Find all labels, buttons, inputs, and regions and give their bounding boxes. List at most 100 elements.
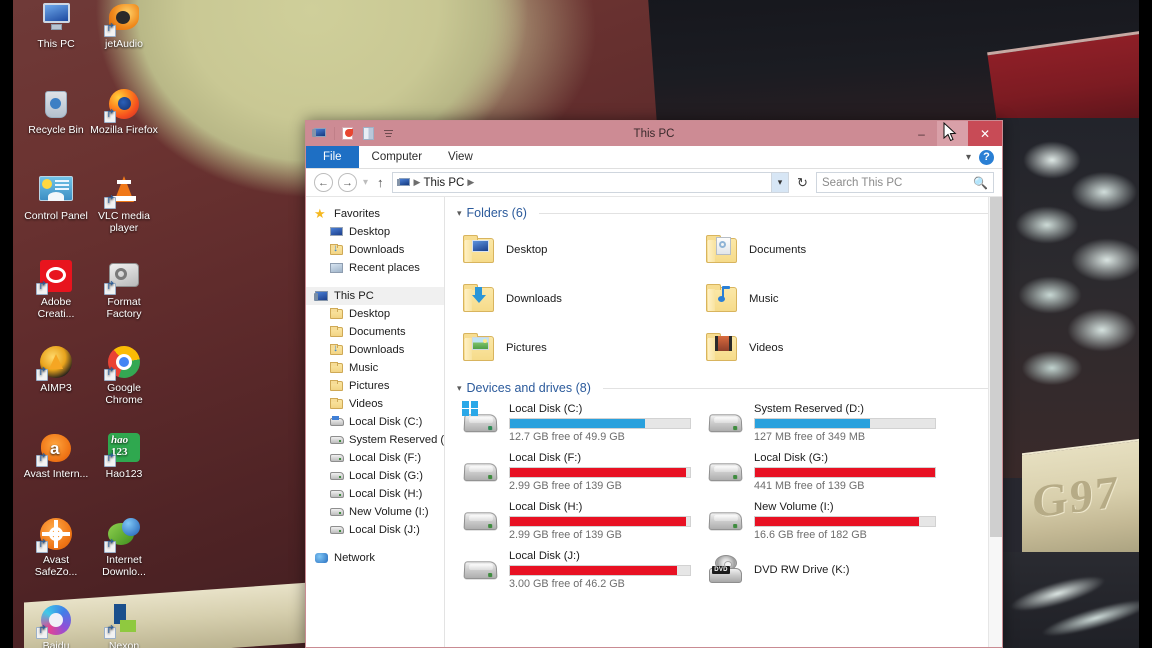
help-button[interactable]: ? xyxy=(979,149,994,165)
search-icon[interactable]: 🔍 xyxy=(973,176,988,190)
folder-tile-downloads[interactable]: Downloads xyxy=(461,274,704,323)
address-bar[interactable]: ← → ▾ ↑ ▶ This PC ▶ ▾ ↻ Search This PC 🔍 xyxy=(306,169,1002,197)
nav-item-pictures[interactable]: Pictures xyxy=(306,377,444,395)
nav-item-favorites[interactable]: ★ Favorites xyxy=(306,205,444,223)
ribbon-tab-bar[interactable]: File Computer View ▾? xyxy=(306,146,1002,169)
nav-item-label: Downloads xyxy=(349,244,405,256)
collapse-triangle-icon[interactable]: ▾ xyxy=(457,208,462,219)
nav-item-videos[interactable]: Videos xyxy=(306,395,444,413)
nav-item-network[interactable]: Network xyxy=(306,549,444,567)
vertical-scrollbar[interactable] xyxy=(988,197,1002,647)
capacity-bar-fill xyxy=(755,419,871,428)
content-pane[interactable]: ▾ Folders (6) Desktop Documents Downloads M… xyxy=(445,197,1002,647)
back-arrow-icon[interactable]: ← xyxy=(314,173,333,192)
desktop-icon-nexon[interactable]: Nexon xyxy=(89,602,159,648)
forward-arrow-icon[interactable]: → xyxy=(338,173,357,192)
nav-item-documents[interactable]: Documents xyxy=(306,323,444,341)
window-title-bar[interactable]: This PC – ✕ xyxy=(306,121,1002,146)
scrollbar-thumb[interactable] xyxy=(990,197,1002,537)
ribbon-tab-computer[interactable]: Computer xyxy=(359,146,436,168)
nav-item-music[interactable]: Music xyxy=(306,359,444,377)
drive-item-new-volume-i[interactable]: New Volume (I:) 16.6 GB free of 182 GB xyxy=(706,497,951,546)
desktop-icon-google-chrome[interactable]: Google Chrome xyxy=(89,344,159,406)
breadcrumb[interactable]: ▶ This PC ▶ ▾ xyxy=(391,172,789,193)
nav-group-spacer xyxy=(306,277,444,287)
folder-tile-pictures[interactable]: Pictures xyxy=(461,323,704,372)
drives-section-header[interactable]: ▾ Devices and drives (8) xyxy=(445,372,1002,395)
drive-item-system-reserved-d[interactable]: System Reserved (D:) 127 MB free of 349 M… xyxy=(706,399,951,448)
drive-item-local-disk-f[interactable]: Local Disk (F:) 2.99 GB free of 139 GB xyxy=(461,448,706,497)
drive-info: Local Disk (C:) 12.7 GB free of 49.9 GB xyxy=(509,399,691,443)
desktop-icon-baidu[interactable]: Baidu xyxy=(21,602,91,648)
desktop-icon-mozilla-firefox[interactable]: Mozilla Firefox xyxy=(89,86,159,137)
nav-item-local-disk-j[interactable]: Local Disk (J:) xyxy=(306,521,444,539)
desktop-icon-jetaudio[interactable]: jetAudio xyxy=(89,0,159,51)
nav-item-this-pc[interactable]: This PC xyxy=(306,287,444,305)
folders-section-title: Folders (6) xyxy=(466,206,527,220)
nav-item-downloads[interactable]: Downloads xyxy=(306,341,444,359)
drive-item-local-disk-c[interactable]: Local Disk (C:) 12.7 GB free of 49.9 GB xyxy=(461,399,706,448)
file-explorer-window[interactable]: This PC – ✕ File Computer View ▾? ← → ▾ ↑ ▶… xyxy=(305,120,1003,648)
desktop-icon-vlc-media-player[interactable]: VLC media player xyxy=(89,172,159,234)
folder-tile-documents[interactable]: Documents xyxy=(704,225,947,274)
window-title: This PC xyxy=(633,127,675,140)
desktop-icon-recycle-bin[interactable]: Recycle Bin xyxy=(21,86,91,137)
drive-item-local-disk-g[interactable]: Local Disk (G:) 441 MB free of 139 GB xyxy=(706,448,951,497)
nav-item-label: Pictures xyxy=(349,380,390,392)
letterbox-right xyxy=(1139,0,1152,648)
desktop-icon-this-pc[interactable]: This PC xyxy=(21,0,91,51)
desktop-icon-adobe-creati[interactable]: Adobe Creati... xyxy=(21,258,91,320)
nav-item-label: System Reserved (D: xyxy=(349,434,445,446)
navigation-pane[interactable]: ★ Favorites Desktop Downloads Recent places T… xyxy=(306,197,445,647)
desktop-icon-format-factory[interactable]: Format Factory xyxy=(89,258,159,320)
drive-item-dvd-rw-drive-k[interactable]: DVD DVD RW Drive (K:) xyxy=(706,546,951,595)
documents-folder-icon xyxy=(330,325,344,339)
minimize-button[interactable]: – xyxy=(906,121,937,146)
search-input[interactable]: Search This PC 🔍 xyxy=(816,172,994,193)
control-panel-icon xyxy=(38,172,74,208)
drive-item-local-disk-j[interactable]: Local Disk (J:) 3.00 GB free of 46.2 GB xyxy=(461,546,706,595)
desktop-icon-grid: This PC jetAudio Recycle Bin Mozilla Firefo… xyxy=(13,0,163,648)
folder-tile-music[interactable]: Music xyxy=(704,274,947,323)
drive-label: DVD RW Drive (K:) xyxy=(754,564,850,576)
nav-item-desktop[interactable]: Desktop xyxy=(306,305,444,323)
folder-tile-desktop[interactable]: Desktop xyxy=(461,225,704,274)
nav-item-local-disk-f[interactable]: Local Disk (F:) xyxy=(306,449,444,467)
capacity-bar-fill xyxy=(510,566,678,575)
drive-item-local-disk-h[interactable]: Local Disk (H:) 2.99 GB free of 139 GB xyxy=(461,497,706,546)
nav-item-local-disk-h[interactable]: Local Disk (H:) xyxy=(306,485,444,503)
nav-item-local-disk-g[interactable]: Local Disk (G:) xyxy=(306,467,444,485)
ribbon-right-controls: ▾? xyxy=(966,146,1002,168)
desktop-icon-internet-downlo[interactable]: Internet Downlo... xyxy=(89,516,159,578)
breadcrumb-item-this-pc[interactable]: This PC xyxy=(423,177,464,189)
drives-grid: Local Disk (C:) 12.7 GB free of 49.9 GB Sy… xyxy=(445,395,1002,595)
ribbon-tab-file[interactable]: File xyxy=(306,146,359,168)
folder-tile-videos[interactable]: Videos xyxy=(704,323,947,372)
desktop-icon-control-panel[interactable]: Control Panel xyxy=(21,172,91,223)
nav-item-system-reserved-d[interactable]: System Reserved (D: xyxy=(306,431,444,449)
desktop-icon-hao123[interactable]: hao123Hao123 xyxy=(89,430,159,481)
ribbon-tab-view[interactable]: View xyxy=(435,146,486,168)
chevron-down-icon[interactable]: ▾ xyxy=(771,173,788,192)
desktop-icon-aimp3[interactable]: AIMP3 xyxy=(21,344,91,395)
maximize-button[interactable] xyxy=(937,121,968,146)
desktop-icon-avast-safezo[interactable]: Avast SafeZo... xyxy=(21,516,91,578)
folders-section-header[interactable]: ▾ Folders (6) xyxy=(445,197,1002,220)
capacity-bar-fill xyxy=(510,419,645,428)
collapse-triangle-icon[interactable]: ▾ xyxy=(457,383,462,394)
recent-locations-icon[interactable]: ▾ xyxy=(362,177,369,188)
chevron-down-icon[interactable]: ▾ xyxy=(966,152,971,163)
breadcrumb-separator[interactable]: ▶ xyxy=(467,177,474,188)
drive-info: New Volume (I:) 16.6 GB free of 182 GB xyxy=(754,497,936,541)
refresh-icon[interactable]: ↻ xyxy=(794,175,811,191)
nav-item-desktop[interactable]: Desktop xyxy=(306,223,444,241)
nav-item-new-volume-i[interactable]: New Volume (I:) xyxy=(306,503,444,521)
close-button[interactable]: ✕ xyxy=(968,121,1002,146)
nav-item-local-disk-c[interactable]: Local Disk (C:) xyxy=(306,413,444,431)
nav-item-label: Documents xyxy=(349,326,406,338)
up-arrow-icon[interactable]: ↑ xyxy=(374,175,387,190)
nav-item-downloads[interactable]: Downloads xyxy=(306,241,444,259)
window-controls[interactable]: – ✕ xyxy=(906,121,1002,146)
nav-item-recent-places[interactable]: Recent places xyxy=(306,259,444,277)
desktop-icon-avast-intern[interactable]: aAvast Intern... xyxy=(21,430,91,481)
